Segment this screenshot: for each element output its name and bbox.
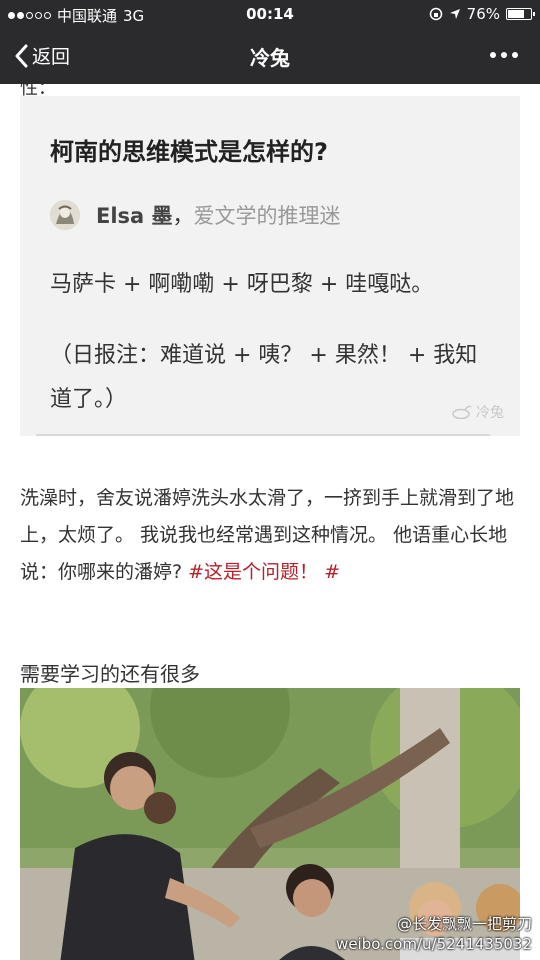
watermark-url: weibo.com/u/5241435032 [336,935,532,953]
battery-percent: 76% [466,5,500,23]
article-content: 性： 柯南的思维模式是怎样的? Elsa 墨，爱文学的推理迷 马萨卡 + 啊嘞嘞… [0,84,540,960]
author-name: Elsa 墨 [96,204,173,228]
lock-rotation-icon [429,7,442,21]
avatar [50,200,80,230]
card-question: 柯南的思维模式是怎样的? [50,138,328,166]
more-dots-icon[interactable] [490,52,518,58]
card-answer-line-1: 马萨卡 + 啊嘞嘞 + 呀巴黎 + 哇嘎哒。 [50,272,434,297]
hashtag-link[interactable]: #这是个问题！ # [188,561,340,583]
card-author: Elsa 墨，爱文学的推理迷 [96,200,341,230]
page-title: 冷兔 [250,46,290,70]
weibo-watermark: @长发飘飘一把剪刀 weibo.com/u/5241435032 [336,914,532,954]
battery-icon [506,8,535,20]
status-bar: 中国联通 3G 00:14 76% [0,0,540,28]
card-watermark-text: 冷兔 [476,405,504,421]
subheading: 需要学习的还有很多 [20,662,200,686]
card-divider [36,434,490,436]
nav-bar: 返回 冷兔 [0,28,540,84]
card-watermark: 冷兔 [451,402,504,422]
article-paragraph: 洗澡时，舍友说潘婷洗头水太滑了，一挤到手上就滑到了地上，太烦了。 我说我也经常遇… [20,480,520,591]
rabbit-logo-icon [452,405,472,419]
author-separator: ， [172,204,194,228]
location-arrow-icon [449,9,460,19]
author-bio: 爱文学的推理迷 [193,204,341,228]
watermark-handle: @长发飘飘一把剪刀 [396,915,532,933]
quote-card: 柯南的思维模式是怎样的? Elsa 墨，爱文学的推理迷 马萨卡 + 啊嘞嘞 + … [20,96,520,436]
card-answer-line-2: （日报注：难道说 + 咦？ + 果然！ + 我知道了。） [50,343,478,412]
